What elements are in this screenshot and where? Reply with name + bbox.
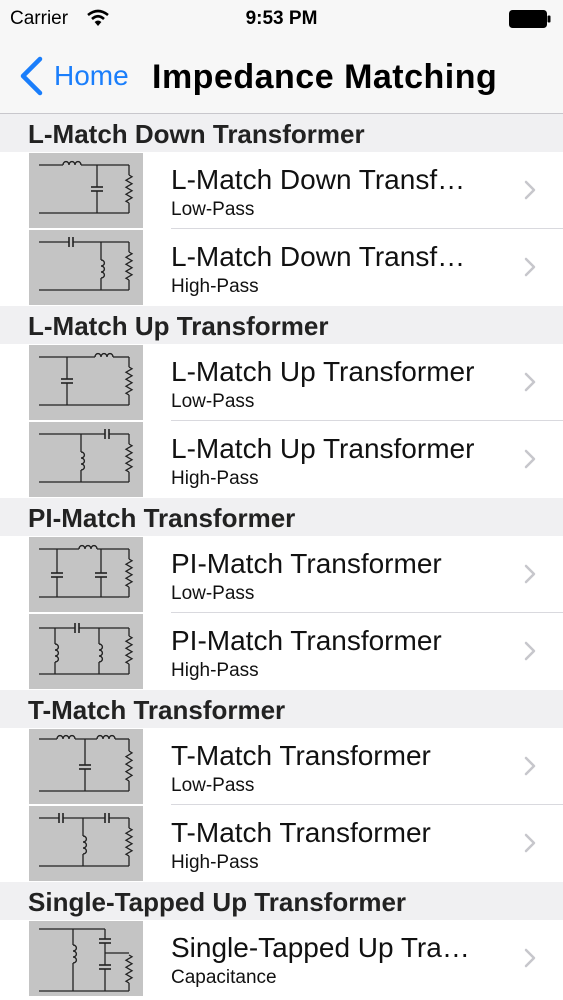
- lmatch-down-highpass-icon: [29, 230, 143, 305]
- list-item-title: T-Match Transformer: [171, 817, 431, 848]
- list-item-title: L-Match Down Transf…: [171, 164, 466, 195]
- list-item-subtitle: Low-Pass: [171, 583, 255, 604]
- status-time: 9:53 PM: [245, 8, 318, 29]
- list-item[interactable]: L-Match Up Transformer High-Pass: [0, 421, 563, 498]
- list-item-subtitle: High-Pass: [171, 468, 259, 489]
- list-item-subtitle: Capacitance: [171, 967, 277, 988]
- section-header: L-Match Up Transformer: [0, 306, 563, 344]
- list-item[interactable]: PI-Match Transformer Low-Pass: [0, 536, 563, 613]
- list-item[interactable]: T-Match Transformer High-Pass: [0, 805, 563, 882]
- list-item[interactable]: L-Match Up Transformer Low-Pass: [0, 344, 563, 421]
- list-item-title: PI-Match Transformer: [171, 625, 442, 656]
- list-item[interactable]: T-Match Transformer Low-Pass: [0, 728, 563, 805]
- list-item-title: T-Match Transformer: [171, 740, 431, 771]
- list-item-title: PI-Match Transformer: [171, 548, 442, 579]
- back-button-label: Home: [54, 60, 129, 91]
- list-item-title: Single-Tapped Up Tra…: [171, 932, 470, 963]
- list-item-subtitle: High-Pass: [171, 660, 259, 681]
- list-item-title: L-Match Up Transformer: [171, 356, 475, 387]
- pimatch-highpass-icon: [29, 614, 143, 689]
- list-item-subtitle: High-Pass: [171, 276, 259, 297]
- lmatch-down-lowpass-icon: [29, 153, 143, 228]
- chevron-right-icon: [524, 833, 536, 853]
- battery-icon: [509, 10, 551, 28]
- list-item-subtitle: Low-Pass: [171, 391, 255, 412]
- tmatch-highpass-icon: [29, 806, 143, 881]
- single-tapped-up-icon: [29, 921, 143, 996]
- lmatch-up-lowpass-icon: [29, 345, 143, 420]
- section-header: L-Match Down Transformer: [0, 114, 563, 152]
- list-item-title: L-Match Down Transf…: [171, 241, 466, 272]
- section-header: Single-Tapped Up Transformer: [0, 882, 563, 920]
- tmatch-lowpass-icon: [29, 729, 143, 804]
- chevron-right-icon: [524, 756, 536, 776]
- list-item[interactable]: Single-Tapped Up Tra… Capacitance: [0, 920, 563, 997]
- list-item[interactable]: L-Match Down Transf… Low-Pass: [0, 152, 563, 229]
- chevron-right-icon: [524, 641, 536, 661]
- list-item[interactable]: L-Match Down Transf… High-Pass: [0, 229, 563, 306]
- status-bar: Carrier 9:53 PM: [0, 0, 563, 38]
- lmatch-up-highpass-icon: [29, 422, 143, 497]
- chevron-right-icon: [524, 948, 536, 968]
- transformer-list: L-Match Down Transformer L-Match Down Tr…: [0, 114, 563, 997]
- page-title: Impedance Matching: [152, 58, 498, 96]
- chevron-left-icon: [20, 56, 43, 96]
- pimatch-lowpass-icon: [29, 537, 143, 612]
- chevron-right-icon: [524, 372, 536, 392]
- list-item-subtitle: Low-Pass: [171, 775, 255, 796]
- chevron-right-icon: [524, 564, 536, 584]
- back-button[interactable]: Home: [18, 54, 129, 98]
- section-header: T-Match Transformer: [0, 690, 563, 728]
- list-item-subtitle: High-Pass: [171, 852, 259, 873]
- navigation-bar: Home Impedance Matching: [0, 38, 563, 114]
- list-item[interactable]: PI-Match Transformer High-Pass: [0, 613, 563, 690]
- chevron-right-icon: [524, 449, 536, 469]
- chevron-right-icon: [524, 180, 536, 200]
- list-item-subtitle: Low-Pass: [171, 199, 255, 220]
- section-header: PI-Match Transformer: [0, 498, 563, 536]
- list-item-title: L-Match Up Transformer: [171, 433, 475, 464]
- chevron-right-icon: [524, 257, 536, 277]
